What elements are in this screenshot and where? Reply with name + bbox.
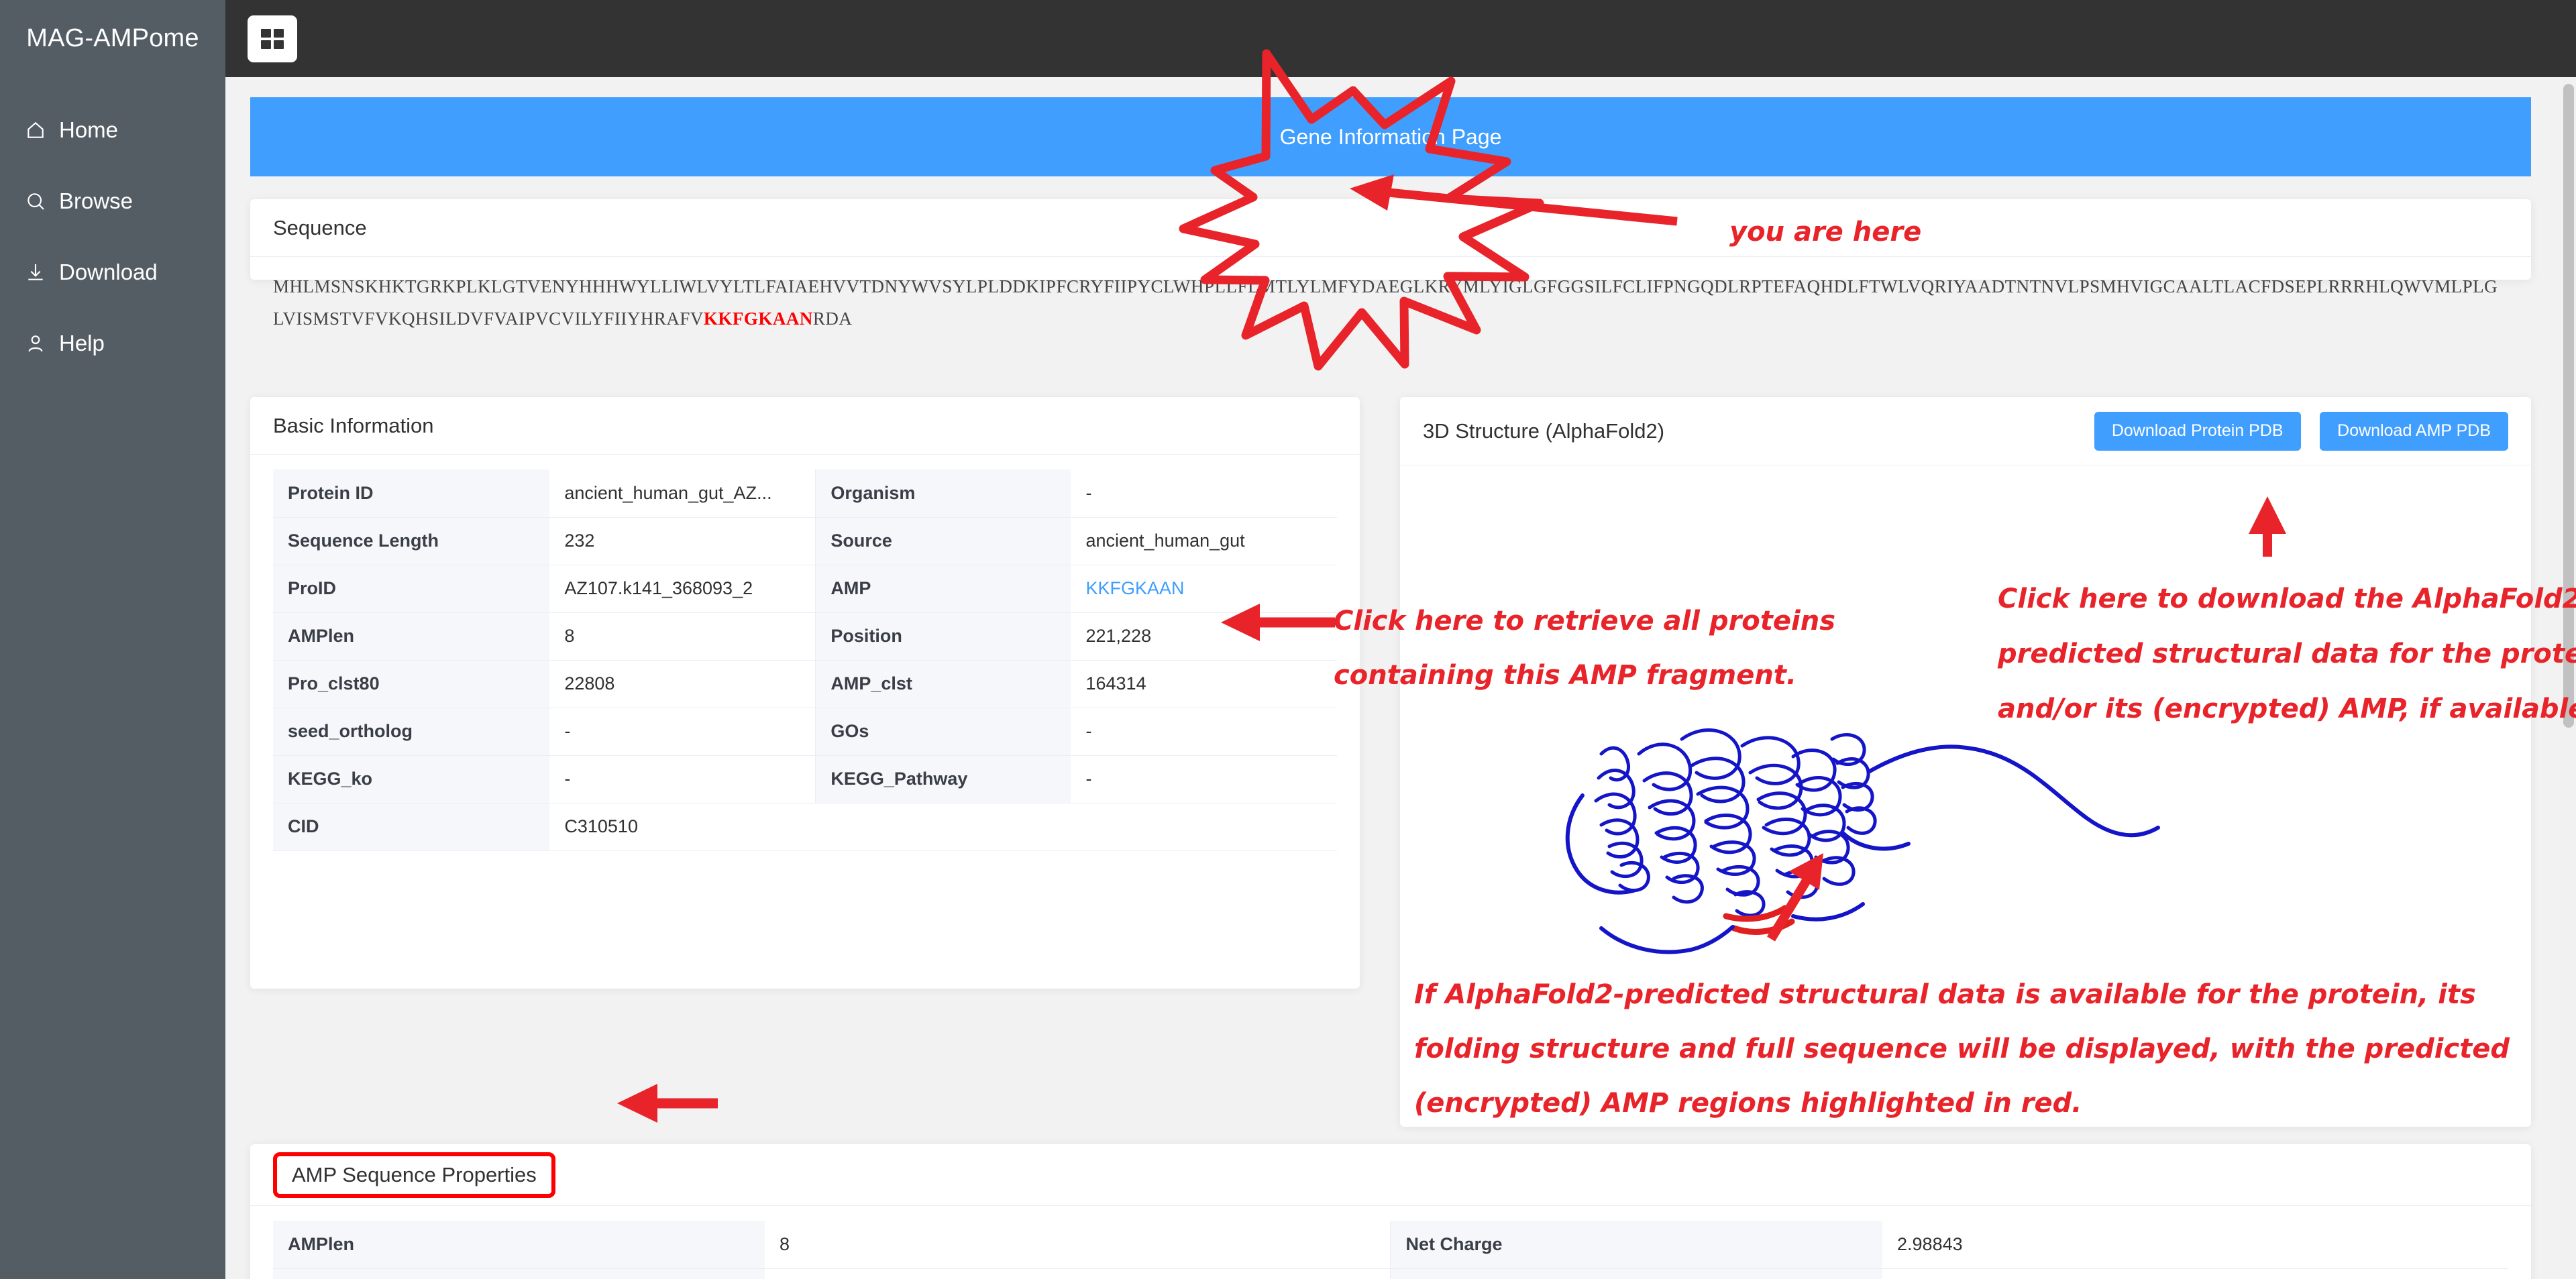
structure-buttons: Download Protein PDB Download AMP PDB: [2094, 411, 2508, 451]
row-value: -: [1071, 755, 1337, 803]
sequence-part: MHLMSNSKHKTGRKPLKLGTVENYHHHWYLLIWLVYLTLF…: [273, 276, 2498, 329]
row-value: 8: [765, 1221, 1391, 1269]
row-value: -2.37: [1882, 1268, 2508, 1279]
table-row: Pro_clst80 22808 AMP_clst 164314: [273, 660, 1337, 708]
sidebar-item-label: Browse: [59, 188, 133, 213]
row-key: AMPlen: [273, 1221, 765, 1269]
row-key: AMP_clst: [815, 660, 1071, 708]
app-brand: MAG-AMPome: [26, 24, 199, 52]
table-row: AMPlen 8 Net Charge 2.98843: [273, 1221, 2508, 1269]
table-row: AMPlen 8 Position 221,228: [273, 612, 1337, 661]
row-value: 221,228: [1071, 612, 1337, 661]
top-bar: [225, 0, 2576, 77]
row-value: ancient_human_gut: [1071, 517, 1337, 565]
row-key: Protein ID: [273, 469, 550, 518]
sidebar-item-download[interactable]: Download: [0, 237, 225, 308]
row-key: ProID: [273, 565, 550, 613]
row-value: 232: [549, 517, 816, 565]
protein-ribbon-render: [1565, 728, 2160, 954]
row-key: Organism: [815, 469, 1071, 518]
basic-information-table: Protein ID ancient_human_gut_AZ... Organ…: [273, 469, 1337, 851]
row-key: AMP: [815, 565, 1071, 613]
row-value-amp-link[interactable]: KKFGKAAN: [1071, 565, 1337, 613]
row-key: KEGG_ko: [273, 755, 550, 803]
row-value: -: [1071, 469, 1337, 518]
page-title: Gene Information Page: [1279, 124, 1502, 149]
structure-card-title: 3D Structure (AlphaFold2): [1423, 419, 1665, 443]
row-value: 863.031: [765, 1268, 1391, 1279]
row-key: Position: [815, 612, 1071, 661]
table-row: Sequence Length 232 Source ancient_human…: [273, 517, 1337, 565]
sidebar-item-help[interactable]: Help: [0, 308, 225, 379]
sequence-card-title: Sequence: [250, 199, 2531, 257]
download-protein-pdb-button[interactable]: Download Protein PDB: [2094, 411, 2301, 451]
table-row: ProID AZ107.k141_368093_2 AMP KKFGKAAN: [273, 565, 1337, 613]
scrollbar-thumb[interactable]: [2563, 84, 2574, 728]
row-value: -: [549, 708, 816, 756]
row-value: 22808: [549, 660, 816, 708]
row-key: KEGG_Pathway: [815, 755, 1071, 803]
row-key: Pro_clst80: [273, 660, 550, 708]
table-row: Protein ID ancient_human_gut_AZ... Organ…: [273, 469, 1337, 518]
row-value: 2.98843: [1882, 1221, 2508, 1269]
table-row: CID C310510: [273, 803, 1337, 851]
row-key: Net Charge: [1390, 1221, 1883, 1269]
protein-sequence: MHLMSNSKHKTGRKPLKLGTVENYHHHWYLLIWLVYLTLF…: [250, 257, 2531, 348]
amp-properties-title: AMP Sequence Properties: [273, 1152, 555, 1198]
row-key: GOs: [815, 708, 1071, 756]
search-icon: [24, 188, 59, 215]
basic-information-table-wrap: Protein ID ancient_human_gut_AZ... Organ…: [250, 455, 1360, 851]
amp-sequence-link[interactable]: KKFGKAAN: [1085, 578, 1184, 598]
amp-properties-table: AMPlen 8 Net Charge 2.98843 Molecular We…: [273, 1221, 2508, 1279]
row-value: ancient_human_gut_AZ...: [549, 469, 816, 518]
row-value: AZ107.k141_368093_2: [549, 565, 816, 613]
basic-information-title: Basic Information: [250, 397, 1360, 455]
row-value: 164314: [1071, 660, 1337, 708]
amp-properties-table-wrap: AMPlen 8 Net Charge 2.98843 Molecular We…: [250, 1206, 2531, 1279]
row-key: seed_ortholog: [273, 708, 550, 756]
sequence-amp-highlight: KKFGKAAN: [703, 309, 813, 329]
row-key: Avg Hydrophobicity: [1390, 1268, 1883, 1279]
structure-viewer[interactable]: [1400, 465, 2531, 1123]
sequence-card: Sequence MHLMSNSKHKTGRKPLKLGTVENYHHHWYLL…: [250, 199, 2531, 329]
row-key: CID: [273, 803, 550, 851]
table-row: KEGG_ko - KEGG_Pathway -: [273, 755, 1337, 803]
sidebar-nav: Home Browse Download Help: [0, 95, 225, 379]
sidebar-item-label: Download: [59, 260, 158, 284]
grid-menu-button[interactable]: [248, 15, 297, 62]
structure-card: 3D Structure (AlphaFold2) Download Prote…: [1400, 397, 2531, 1127]
row-value: 8: [549, 612, 816, 661]
page-title-banner: Gene Information Page: [250, 97, 2531, 176]
row-key: Molecular Weight: [273, 1268, 765, 1279]
sequence-part: RDA: [812, 309, 853, 329]
row-key: AMPlen: [273, 612, 550, 661]
sidebar-item-home[interactable]: Home: [0, 95, 225, 166]
home-icon: [24, 117, 59, 144]
page-scrollbar[interactable]: [2561, 77, 2576, 1279]
sidebar-item-label: Help: [59, 331, 105, 355]
row-value: C310510: [549, 803, 816, 851]
row-value: -: [549, 755, 816, 803]
table-row: Molecular Weight 863.031 Avg Hydrophobic…: [273, 1268, 2508, 1279]
sidebar-item-label: Home: [59, 117, 119, 142]
row-value: [1071, 803, 1337, 851]
amp-properties-header: AMP Sequence Properties: [250, 1144, 2531, 1206]
user-icon: [24, 330, 59, 357]
structure-card-header: 3D Structure (AlphaFold2) Download Prote…: [1400, 397, 2531, 465]
amp-properties-card: AMP Sequence Properties AMPlen 8 Net Cha…: [250, 1144, 2531, 1279]
download-amp-pdb-button[interactable]: Download AMP PDB: [2320, 411, 2508, 451]
row-key: [815, 803, 1071, 851]
grid-icon: [261, 29, 284, 49]
main-content: Gene Information Page Sequence MHLMSNSKH…: [225, 77, 2576, 1279]
sidebar: MAG-AMPome Home Browse Download Help: [0, 0, 225, 1279]
download-icon: [24, 259, 59, 286]
row-key: Source: [815, 517, 1071, 565]
row-value: -: [1071, 708, 1337, 756]
sidebar-item-browse[interactable]: Browse: [0, 166, 225, 237]
row-key: Sequence Length: [273, 517, 550, 565]
basic-information-card: Basic Information Protein ID ancient_hum…: [250, 397, 1360, 989]
table-row: seed_ortholog - GOs -: [273, 708, 1337, 756]
